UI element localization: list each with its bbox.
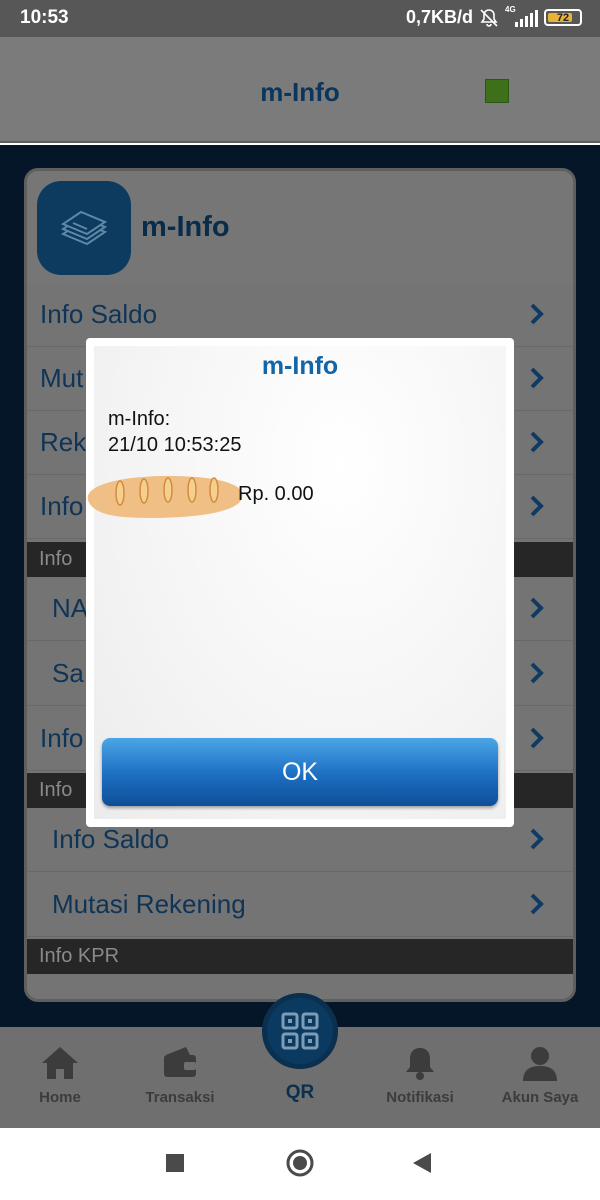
card-title: m-Info [141, 211, 230, 243]
chevron-right-icon [530, 597, 544, 619]
dialog-body: m-Info m-Info: 21/10 10:53:25 Rp. 0.00 O… [87, 346, 506, 819]
menu-item-label: Info Saldo [40, 299, 158, 329]
chevron-right-icon [530, 727, 544, 749]
menu-item-label: Sa [52, 658, 84, 688]
system-nav-bar [0, 1128, 600, 1200]
bell-icon [406, 1048, 434, 1080]
dialog-timestamp: 21/10 10:53:25 [108, 434, 242, 456]
qr-label: QR [285, 1082, 315, 1103]
nav-akun-label: Akun Saya [501, 1089, 579, 1106]
menu-item-label: Info Saldo [52, 824, 170, 854]
menu-item-mutasi-rekening[interactable]: Mutasi Rekening [27, 873, 573, 937]
status-bar: 10:53 0,7KB/d 4G 72 [0, 0, 600, 37]
stop-square-icon[interactable] [166, 1154, 184, 1172]
chevron-right-icon [530, 431, 544, 453]
wallet-icon [164, 1047, 196, 1077]
menu-item-label: Rek [40, 427, 87, 457]
info-dialog: m-Info m-Info: 21/10 10:53:25 Rp. 0.00 O… [86, 338, 514, 827]
qr-button[interactable] [262, 993, 338, 1069]
signal-icon: 4G [505, 5, 538, 27]
ok-button[interactable]: OK [102, 738, 498, 806]
status-right: 0,7KB/d 4G 72 [405, 5, 582, 28]
chevron-right-icon [530, 303, 544, 325]
section-header-kpr: Info KPR [27, 939, 573, 974]
chevron-right-icon [530, 367, 544, 389]
network-speed: 0,7KB/d [405, 7, 473, 27]
document-stack-icon [37, 181, 131, 275]
card-header: m-Info [27, 171, 573, 283]
chevron-right-icon [530, 893, 544, 915]
nav-transaksi-label: Transaksi [145, 1089, 215, 1106]
battery-level: 72 [556, 11, 570, 24]
dialog-amount: Rp. 0.00 [238, 483, 314, 505]
page-title: m-Info [260, 77, 340, 107]
battery-icon: 72 [544, 9, 582, 26]
nav-akun-saya[interactable]: Akun Saya [490, 1045, 590, 1106]
status-indicator [485, 79, 509, 103]
chevron-right-icon [530, 828, 544, 850]
network-type: 4G [505, 4, 516, 14]
menu-item-label: Info [40, 491, 84, 521]
nav-home[interactable]: Home [10, 1045, 110, 1106]
nav-notifikasi[interactable]: Notifikasi [370, 1045, 470, 1106]
nav-home-label: Home [39, 1089, 81, 1106]
back-triangle-icon[interactable] [412, 1152, 432, 1174]
app-header: m-Info [0, 37, 600, 143]
dialog-message-line1: m-Info: [108, 408, 171, 430]
menu-item-label: Info [40, 723, 84, 753]
redaction-bread-sticker [87, 476, 243, 518]
home-icon [42, 1047, 78, 1079]
nav-transaksi[interactable]: Transaksi [130, 1045, 230, 1106]
chevron-right-icon [530, 495, 544, 517]
status-time: 10:53 [20, 7, 69, 28]
menu-item-label: Mut [40, 363, 84, 393]
qr-icon [281, 1012, 319, 1050]
menu-item-label: Mutasi Rekening [52, 889, 246, 919]
user-icon [523, 1047, 557, 1081]
dialog-title: m-Info [261, 352, 339, 380]
home-circle-icon[interactable] [286, 1149, 314, 1177]
chevron-right-icon [530, 662, 544, 684]
bell-off-icon [480, 8, 498, 27]
nav-notifikasi-label: Notifikasi [386, 1089, 454, 1106]
menu-item-label: NA [52, 593, 89, 623]
